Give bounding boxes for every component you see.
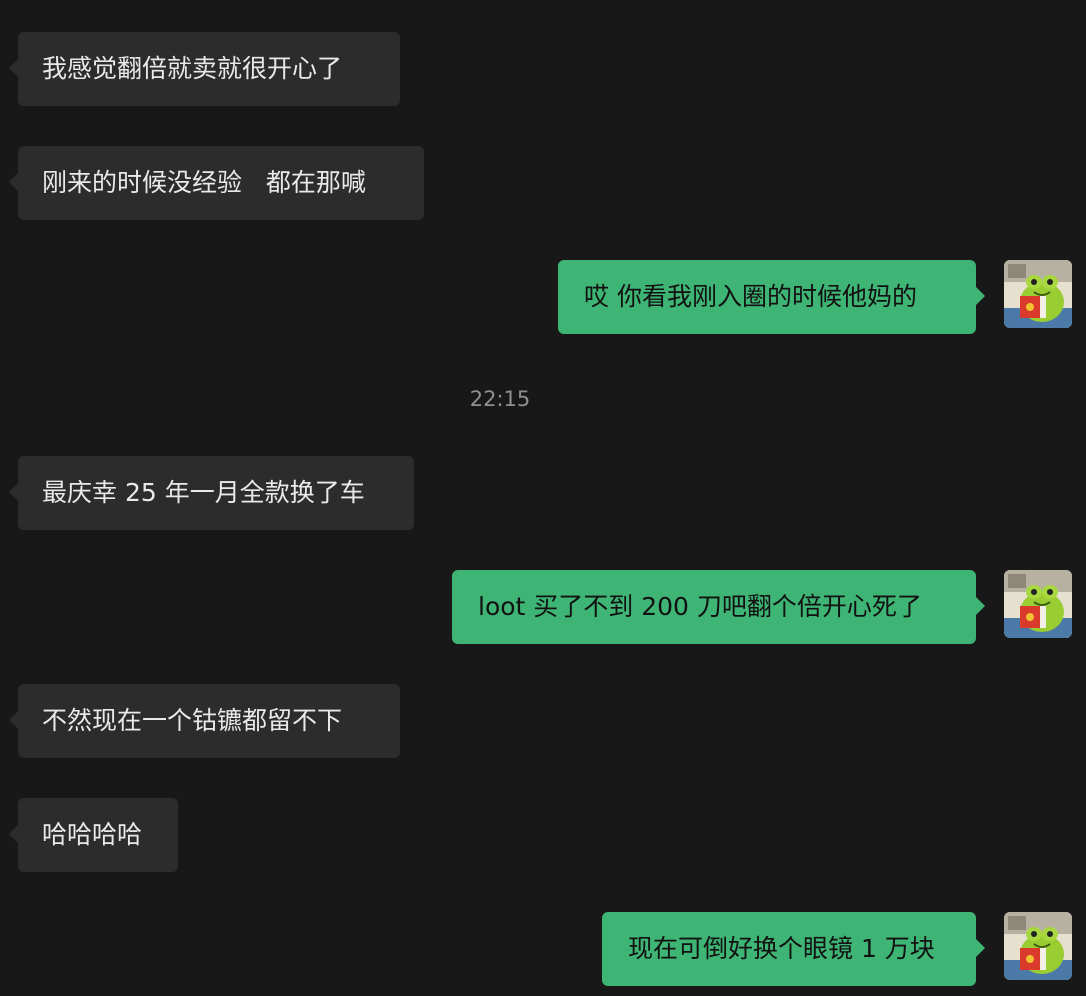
message-text: 我感觉翻倍就卖就很开心了 xyxy=(42,54,343,83)
bubble-tail xyxy=(9,825,18,843)
message-text: 哈哈哈哈 xyxy=(42,820,143,849)
incoming-message-bubble[interactable]: 最庆幸 25 年一月全款换了车 xyxy=(9,456,414,530)
user-avatar[interactable] xyxy=(1004,570,1072,638)
user-avatar[interactable] xyxy=(1004,912,1072,980)
bubble-tail xyxy=(9,483,18,501)
bubble-tail xyxy=(9,711,18,729)
incoming-message-bubble[interactable]: 不然现在一个钴镳都留不下 xyxy=(9,684,400,758)
bubble-tail xyxy=(9,173,18,191)
incoming-message-bubble[interactable]: 刚来的时候没经验 都在那喊 xyxy=(9,146,424,220)
frog-reading-book-avatar-icon xyxy=(1004,912,1072,980)
chat-timestamp: 22:15 xyxy=(469,387,531,411)
outgoing-message-bubble[interactable]: 现在可倒好换个眼镜 1 万块 xyxy=(602,912,985,986)
message-text: loot 买了不到 200 刀吧翻个倍开心死了 xyxy=(478,592,922,621)
message-text: 现在可倒好换个眼镜 1 万块 xyxy=(628,934,935,963)
message-text: 不然现在一个钴镳都留不下 xyxy=(42,706,343,735)
bubble-tail xyxy=(976,939,985,957)
frog-reading-book-avatar-icon xyxy=(1004,260,1072,328)
incoming-message-bubble[interactable]: 我感觉翻倍就卖就很开心了 xyxy=(9,32,400,106)
bubble-tail xyxy=(976,597,985,615)
incoming-message-bubble[interactable]: 哈哈哈哈 xyxy=(9,798,178,872)
bubble-tail xyxy=(9,59,18,77)
outgoing-message-bubble[interactable]: loot 买了不到 200 刀吧翻个倍开心死了 xyxy=(452,570,985,644)
message-text: 刚来的时候没经验 都在那喊 xyxy=(42,168,366,197)
outgoing-message-bubble[interactable]: 哎 你看我刚入圈的时候他妈的 xyxy=(558,260,985,334)
message-text: 哎 你看我刚入圈的时候他妈的 xyxy=(584,282,917,311)
message-text: 最庆幸 25 年一月全款换了车 xyxy=(42,478,365,507)
bubble-tail xyxy=(976,287,985,305)
user-avatar[interactable] xyxy=(1004,260,1072,328)
frog-reading-book-avatar-icon xyxy=(1004,570,1072,638)
